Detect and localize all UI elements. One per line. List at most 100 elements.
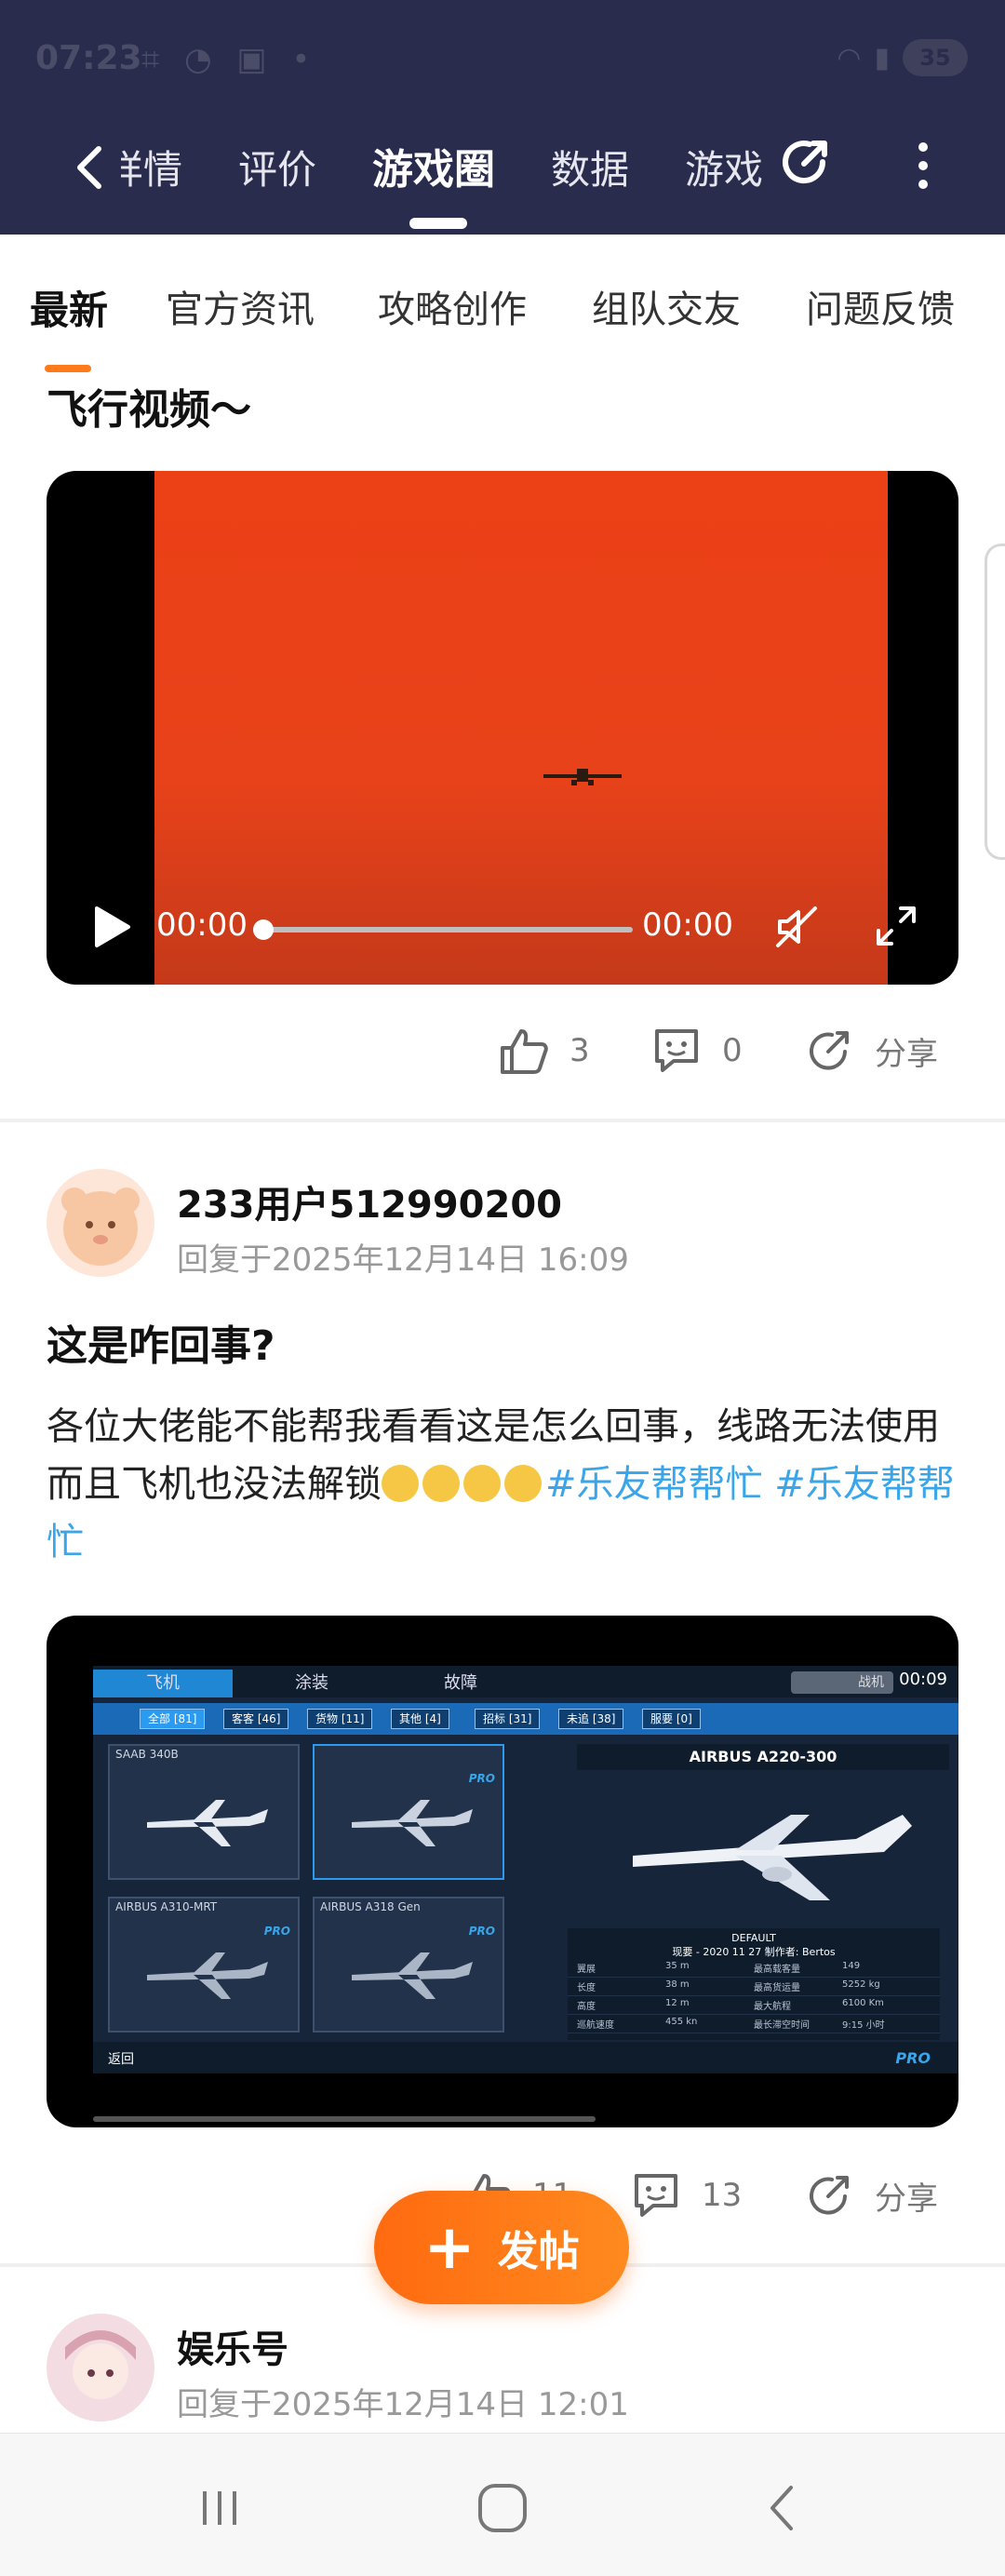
back-arrow-icon[interactable] <box>65 140 121 195</box>
edge-panel-handle[interactable] <box>985 543 1005 860</box>
reply-time: 回复于2025年12月14日 16:09 <box>177 1241 629 1279</box>
subtab-official-news[interactable]: 官方资讯 <box>166 279 315 333</box>
gs-tab-fault: 故障 <box>444 1673 477 1693</box>
play-icon[interactable] <box>91 905 132 949</box>
airplane-icon <box>352 1800 473 1846</box>
tab-data[interactable]: 数据 <box>551 138 629 203</box>
airplane-icon <box>352 1952 473 1999</box>
app-header: 07:23 ⌗ ◔ ▣ • ◠ ▮ 35 详情 评价 游戏圈 数据 游戏 <box>0 0 1005 235</box>
share-icon <box>810 1031 849 1070</box>
video-controls: 00:00 00:00 <box>47 880 958 955</box>
gs-topbar: 飞机 涂装 故障 战机 00:09 <box>93 1666 958 1697</box>
comment-count: 0 <box>722 1032 743 1069</box>
username[interactable]: 233用户512990200 <box>177 1174 562 1228</box>
username[interactable]: 娱乐号 <box>177 2319 288 2373</box>
crying-emoji-icon <box>382 1465 419 1502</box>
video-progress-knob[interactable] <box>253 919 274 940</box>
subtab-indicator <box>45 365 91 372</box>
fullscreen-icon[interactable] <box>875 905 918 947</box>
subtab-team-up[interactable]: 组队交友 <box>592 279 741 333</box>
share-icon[interactable] <box>776 132 836 192</box>
tab-game-circle[interactable]: 游戏圈 <box>372 138 495 203</box>
video-total-time: 00:00 <box>642 906 733 944</box>
anime-avatar-icon <box>47 2314 154 2422</box>
thumbs-up-icon <box>501 1029 548 1074</box>
crying-emoji-icon <box>504 1465 542 1502</box>
plus-icon: + <box>423 2211 476 2283</box>
recent-apps-icon[interactable] <box>192 2480 248 2536</box>
subtab-guides[interactable]: 攻略创作 <box>378 279 527 333</box>
gs-bottom-bar: 返回 PRO <box>93 2042 958 2073</box>
comment-icon <box>635 2174 677 2217</box>
gs-filter-chip: 客客 [46] <box>223 1709 289 1729</box>
like-count: 3 <box>570 1032 590 1069</box>
tab-reviews[interactable]: 评价 <box>238 138 316 203</box>
category-tabs: 最新 官方资讯 攻略创作 组队交友 问题反馈 <box>0 235 1005 363</box>
post-image[interactable]: 飞机 涂装 故障 战机 00:09 全部 [81] 客客 [46] 货物 [11… <box>47 1616 958 2127</box>
tab-game[interactable]: 游戏 <box>685 138 763 203</box>
user-avatar[interactable] <box>47 1169 154 1277</box>
post1-actions: 3 0 分享 <box>0 1013 1005 1087</box>
back-icon[interactable] <box>756 2480 811 2536</box>
airplane-icon <box>147 1952 268 1999</box>
gs-card-label: AIRBUS A310-MRT <box>115 1900 218 1913</box>
comment-button[interactable]: 0 <box>650 1024 743 1078</box>
share-button[interactable]: 分享 <box>802 1024 938 1078</box>
user-avatar[interactable] <box>47 2314 154 2422</box>
pro-badge: PRO <box>895 2049 931 2067</box>
status-bar: 07:23 ⌗ ◔ ▣ • ◠ ▮ 35 <box>0 0 1005 121</box>
comment-count: 13 <box>702 2177 743 2214</box>
create-post-button[interactable]: + 发帖 <box>374 2191 629 2304</box>
airplane-icon <box>633 1815 912 1900</box>
gs-clock: 00:09 <box>899 1670 947 1689</box>
signal-icon: ▮ <box>874 41 890 74</box>
reply-time: 回复于2025年12月14日 12:01 <box>177 2386 629 2423</box>
gs-filter-chip: 服要 [0] <box>642 1709 701 1729</box>
crying-emoji-icon <box>422 1465 460 1502</box>
subtab-latest[interactable]: 最新 <box>30 279 108 336</box>
create-post-label: 发帖 <box>497 2228 580 2275</box>
share-label: 分享 <box>875 1035 938 1073</box>
gs-info-head: DEFAULT <box>731 1932 776 1944</box>
image-scroll-indicator <box>93 2116 596 2122</box>
top-nav-tabs: 详情 评价 游戏圈 数据 游戏 <box>121 138 772 203</box>
gs-info-sub: 现要 - 2020 11 27 制作者: Bertos <box>672 1946 836 1958</box>
gs-search: 战机 <box>791 1671 893 1694</box>
gs-tab-livery: 涂装 <box>295 1673 328 1693</box>
gs-aircraft-card: AIRBUS A318 Gen PRO <box>313 1897 504 2033</box>
video-progress-bar[interactable] <box>261 927 633 932</box>
active-tab-indicator <box>409 218 467 229</box>
gs-info-panel: DEFAULT 现要 - 2020 11 27 制作者: Bertos 翼展 35… <box>568 1928 940 2040</box>
gs-card-label: AIRBUS A318 Gen <box>320 1900 421 1913</box>
system-navigation-bar <box>0 2433 1005 2576</box>
comment-button[interactable]: 13 <box>629 2168 742 2222</box>
comment-icon <box>655 1029 698 1072</box>
gs-aircraft-card: SAAB 340B <box>108 1744 300 1880</box>
gs-filter-chip: 未追 [38] <box>558 1709 624 1729</box>
bear-avatar-icon <box>47 1169 154 1277</box>
post-divider <box>0 1119 1005 1122</box>
gs-info-row: 长度 38 m 最高货运量 5252 kg <box>568 1978 940 1996</box>
more-vertical-icon[interactable] <box>912 138 934 194</box>
like-button[interactable]: 3 <box>497 1024 590 1078</box>
top-nav: 详情 评价 游戏圈 数据 游戏 <box>0 121 1005 214</box>
mute-icon[interactable] <box>772 903 821 951</box>
wifi-icon: ◠ <box>837 41 862 74</box>
share-label: 分享 <box>875 2180 938 2218</box>
share-button[interactable]: 分享 <box>802 2168 938 2222</box>
gs-detail-title: AIRBUS A220-300 <box>577 1744 949 1770</box>
share-icon <box>810 2176 849 2215</box>
post-body[interactable]: 各位大佬能不能帮我看看这是怎么回事，线路无法使用而且飞机也没法解锁 #乐友帮帮忙 … <box>47 1398 958 1571</box>
gs-info-row: 高度 12 m 最大航程 6100 Km <box>568 1996 940 2015</box>
post-title[interactable]: 这是咋回事? <box>47 1312 275 1372</box>
tab-details[interactable]: 详情 <box>121 138 182 203</box>
gs-filter-bar: 全部 [81] 客客 [46] 货物 [11] 其他 [4] 招标 [31] 未… <box>93 1703 958 1735</box>
post-title[interactable]: 飞行视频～ <box>47 376 251 436</box>
subtab-feedback[interactable]: 问题反馈 <box>806 279 955 333</box>
hashtag-link[interactable]: #乐友帮帮忙 <box>545 1463 763 1506</box>
status-right-icons: ◠ ▮ 35 <box>837 39 968 76</box>
gs-filter-chip: 其他 [4] <box>391 1709 449 1729</box>
video-player[interactable]: 00:00 00:00 <box>47 471 958 985</box>
notification-icons: ⌗ ◔ ▣ • <box>141 41 318 78</box>
home-icon[interactable] <box>475 2480 530 2536</box>
